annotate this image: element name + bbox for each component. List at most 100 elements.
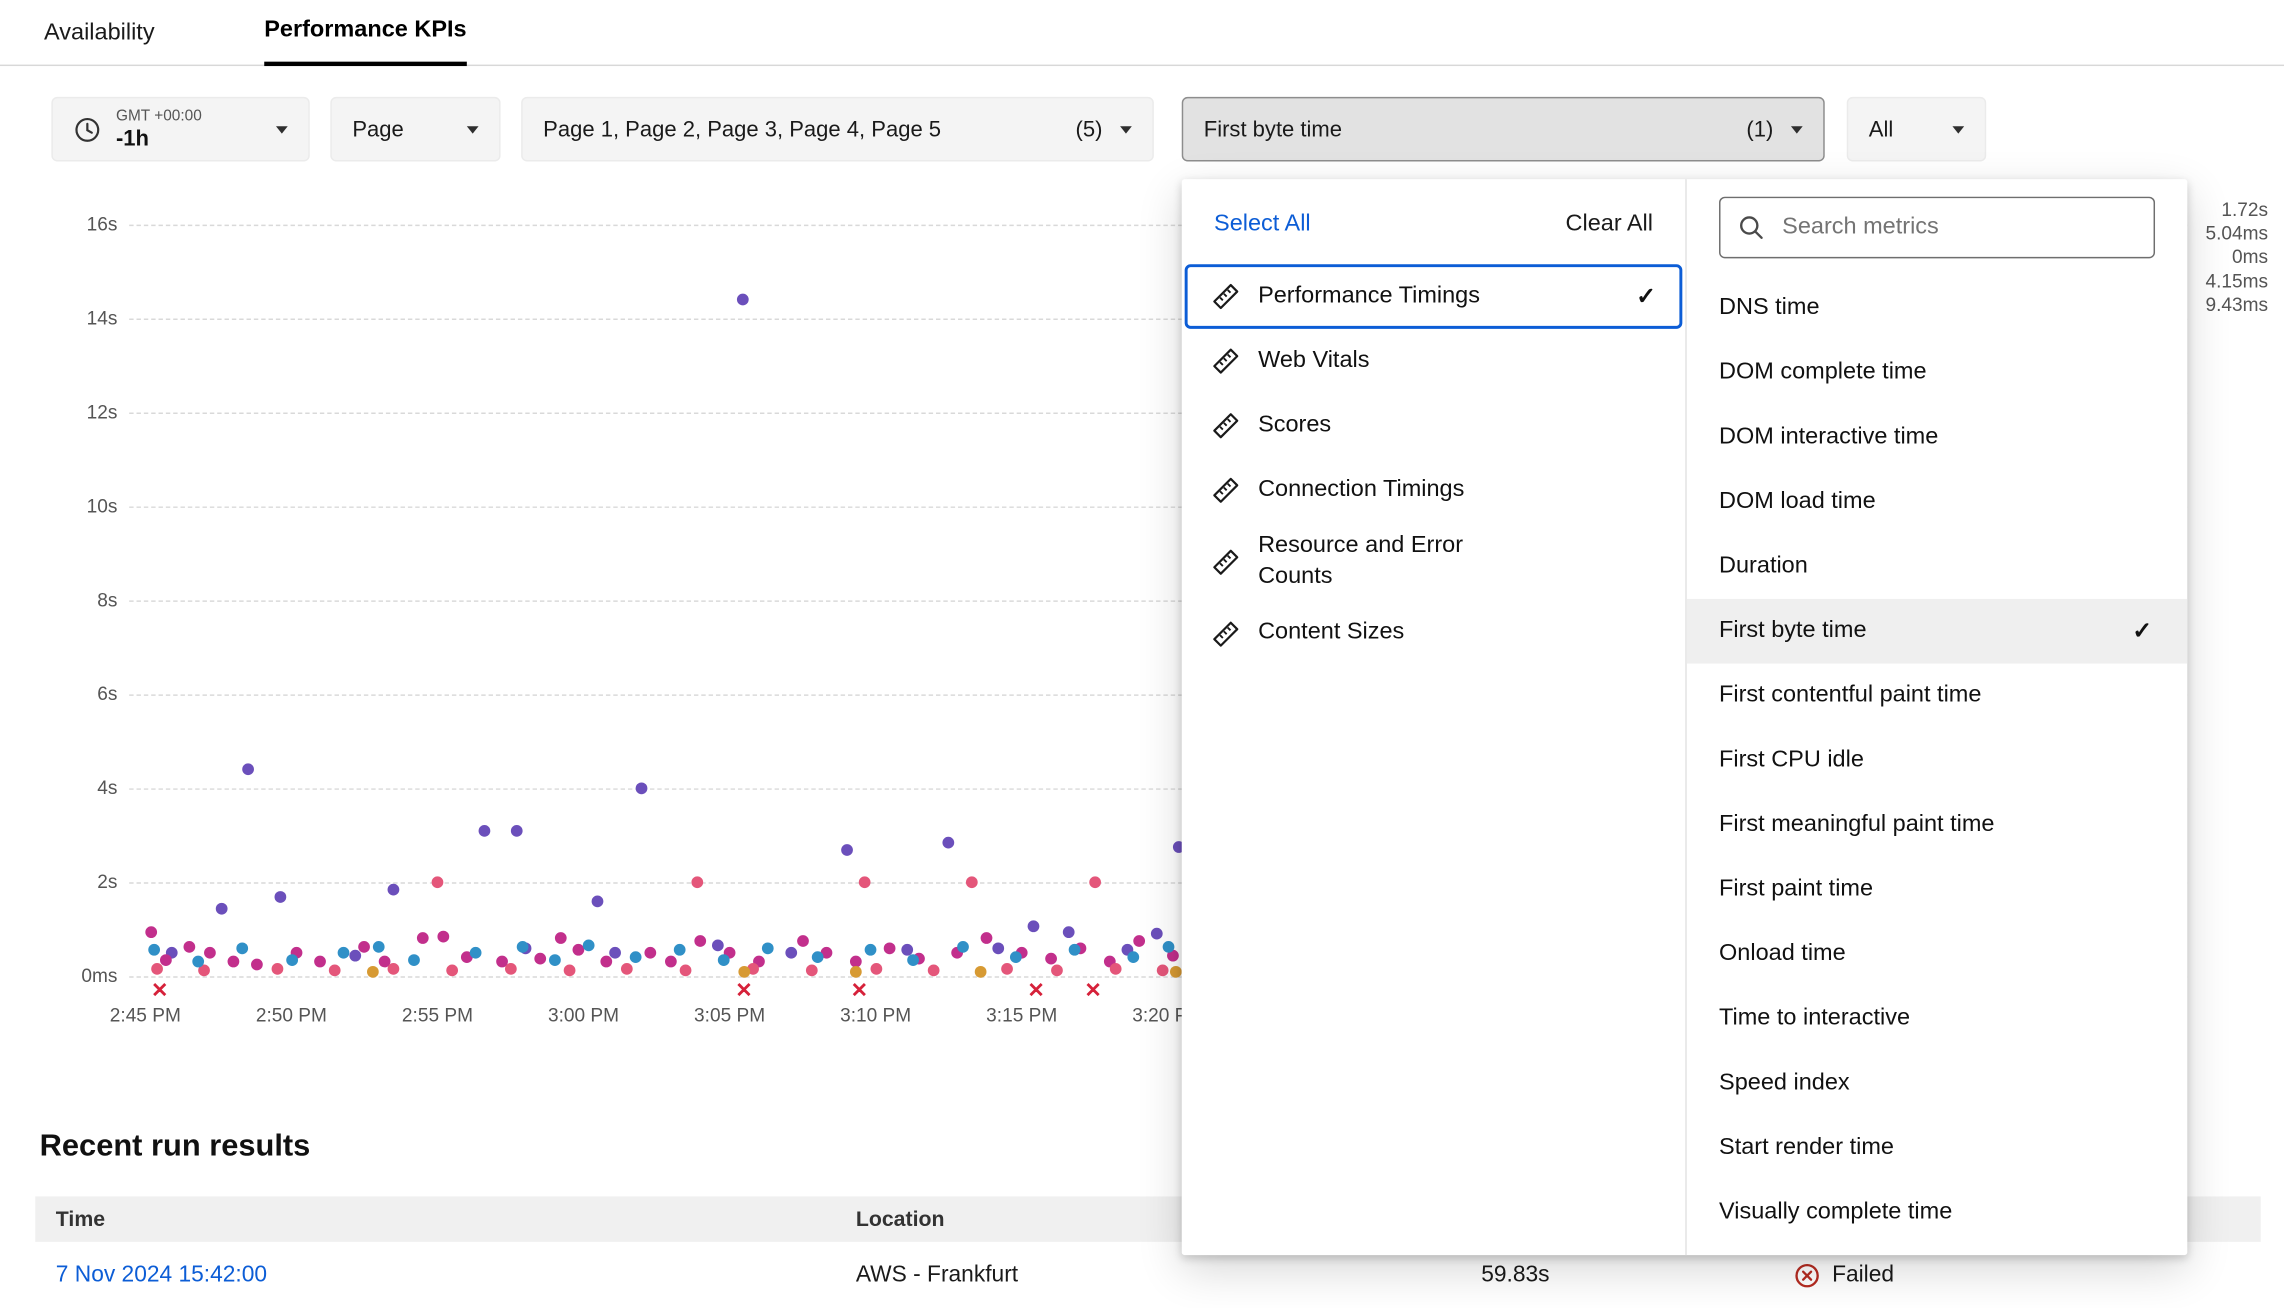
data-point-blue [148,944,160,956]
metric-option-time-to-interactive[interactable]: Time to interactive [1687,986,2188,1051]
metric-panel: DNS time DOM complete time DOM interactive… [1685,179,2187,1255]
data-point-magenta [417,933,429,945]
failed-run-marker[interactable]: ✕ [851,979,868,1000]
failed-run-marker[interactable]: ✕ [151,979,168,1000]
y-axis-label: 12s [23,401,117,423]
metric-option-label: First meaningful paint time [1719,812,1994,838]
category-label: Resource and Error Counts [1258,531,1493,592]
data-point-purple [1063,926,1075,938]
metric-category-performance-timings[interactable]: Performance Timings✓ [1185,264,1683,329]
popover-header: Select All Clear All [1182,203,1686,265]
metric-option-label: DOM load time [1719,489,1876,515]
ruler-icon [1211,619,1240,648]
data-point-purple [737,294,749,306]
failed-status-icon [1794,1262,1820,1288]
data-point-blue [718,954,730,966]
metric-option-first-cpu-idle[interactable]: First CPU idle [1687,728,2188,793]
data-point-salmon [446,965,458,977]
metric-option-label: DOM interactive time [1719,424,1938,450]
metric-option-label: Speed index [1719,1070,1850,1096]
y-axis-label: 14s [23,307,117,329]
metric-option-label: Time to interactive [1719,1006,1910,1032]
metric-category-web-vitals[interactable]: Web Vitals [1185,329,1683,394]
search-metrics-input[interactable] [1779,213,2136,242]
data-point-salmon [329,965,341,977]
data-point-blue [811,952,823,964]
data-point-purple [1150,928,1162,940]
metric-option-speed-index[interactable]: Speed index [1687,1051,2188,1116]
data-point-salmon [692,876,704,888]
data-point-magenta [160,954,172,966]
metric-option-start-render-time[interactable]: Start render time [1687,1116,2188,1181]
data-point-magenta [645,947,657,959]
failed-run-marker[interactable]: ✕ [1084,979,1101,1000]
y-axis-label: 2s [23,871,117,893]
x-axis-label: 3:15 PM [970,1004,1073,1026]
data-point-magenta [665,955,677,967]
metric-option-dom-complete-time[interactable]: DOM complete time [1687,341,2188,406]
ruler-icon [1211,547,1240,576]
data-point-salmon [858,876,870,888]
metric-option-dom-load-time[interactable]: DOM load time [1687,470,2188,535]
search-icon [1738,214,1764,240]
failed-run-marker[interactable]: ✕ [1028,979,1045,1000]
x-axis-label: 3:05 PM [678,1004,781,1026]
metric-option-duration[interactable]: Duration [1687,534,2188,599]
category-label: Performance Timings [1258,281,1480,312]
failed-run-marker[interactable]: ✕ [735,979,752,1000]
y-axis-label: 0ms [23,964,117,986]
data-point-salmon [388,963,400,975]
data-point-purple [242,764,254,776]
synthetics-test-page: Availability Performance KPIs GMT +00:00… [0,0,2284,1308]
clear-all-link[interactable]: Clear All [1566,211,1653,237]
metric-category-content-sizes[interactable]: Content Sizes [1185,601,1683,666]
run-time-link[interactable]: 7 Nov 2024 15:42:00 [56,1242,267,1308]
metric-option-first-byte-time[interactable]: First byte time✓ [1687,599,2188,664]
metric-selector-popover: Select All Clear All Performance Timings… [1182,179,2188,1255]
data-point-salmon [563,965,575,977]
data-point-purple [712,940,724,952]
x-axis-label: 2:45 PM [94,1004,197,1026]
data-point-purple [785,947,797,959]
metric-option-onload-time[interactable]: Onload time [1687,922,2188,987]
data-point-purple [274,890,286,902]
metric-option-dom-interactive-time[interactable]: DOM interactive time [1687,405,2188,470]
metric-category-resource-and-error-counts[interactable]: Resource and Error Counts [1185,523,1683,602]
data-point-magenta [695,935,707,947]
metric-list: DNS time DOM complete time DOM interactive… [1687,276,2188,1245]
column-header-time: Time [56,1196,105,1242]
metric-category-scores[interactable]: Scores [1185,393,1683,458]
data-point-salmon [1051,965,1063,977]
ruler-icon [1211,282,1240,311]
data-point-magenta [183,941,195,953]
latest-value-label: 4.15ms [2205,270,2268,292]
data-point-magenta [572,944,584,956]
data-point-salmon [1109,963,1121,975]
latest-value-label: 5.04ms [2205,222,2268,244]
data-point-blue [630,952,642,964]
select-all-link[interactable]: Select All [1214,211,1311,237]
data-point-salmon [151,963,163,975]
y-axis-label: 10s [23,495,117,517]
ruler-icon [1211,476,1240,505]
data-point-purple [992,942,1004,954]
data-point-blue [583,940,595,952]
metric-option-visually-complete-time[interactable]: Visually complete time [1687,1180,2188,1245]
metric-category-connection-timings[interactable]: Connection Timings [1185,458,1683,523]
metric-option-label: Start render time [1719,1135,1894,1161]
data-point-blue [1162,941,1174,953]
metric-option-first-meaningful-paint-time[interactable]: First meaningful paint time [1687,793,2188,858]
metric-option-first-contentful-paint-time[interactable]: First contentful paint time [1687,664,2188,729]
data-point-salmon [505,963,517,975]
metric-option-label: DNS time [1719,295,1819,321]
data-point-purple [943,836,955,848]
x-axis-label: 3:00 PM [532,1004,635,1026]
category-label: Connection Timings [1258,475,1464,506]
data-point-blue [1010,952,1022,964]
data-point-magenta [601,956,613,968]
search-box[interactable] [1719,197,2155,259]
category-panel: Select All Clear All Performance Timings… [1182,179,1686,1255]
metric-option-first-paint-time[interactable]: First paint time [1687,857,2188,922]
metric-option-dns-time[interactable]: DNS time [1687,276,2188,341]
data-point-purple [592,895,604,907]
